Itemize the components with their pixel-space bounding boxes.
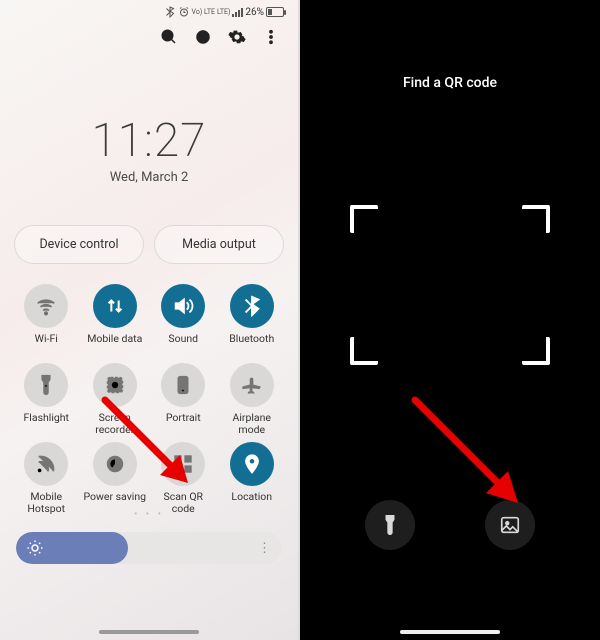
device-control-button[interactable]: Device control <box>14 225 144 264</box>
record-icon <box>93 363 137 407</box>
tile-location[interactable]: Location <box>220 442 285 515</box>
media-output-button[interactable]: Media output <box>154 225 284 264</box>
clock-date: Wed, March 2 <box>0 170 298 185</box>
wifi-icon <box>24 284 68 328</box>
tile-airplane[interactable]: Airplane mode <box>220 363 285 436</box>
battery-icon <box>266 7 284 17</box>
qr-scanner-screen: Find a QR code <box>300 0 600 640</box>
location-icon <box>230 442 274 486</box>
tile-label: Sound <box>168 333 198 357</box>
tile-mobile-data[interactable]: Mobile data <box>83 284 148 357</box>
bluetooth-icon <box>230 284 274 328</box>
qr-icon <box>161 442 205 486</box>
sound-icon <box>161 284 205 328</box>
tile-label: Flashlight <box>24 412 70 436</box>
signal-icon <box>232 7 243 17</box>
clock-time: 11:27 <box>0 114 298 168</box>
tile-power-saving[interactable]: Power saving <box>83 442 148 515</box>
tile-label: Screen recorder <box>83 412 148 436</box>
tile-portrait[interactable]: Portrait <box>151 363 216 436</box>
tile-sound[interactable]: Sound <box>151 284 216 357</box>
search-icon[interactable] <box>160 28 178 50</box>
quick-settings-panel: Vo) LTE LTE) 26% 11:27 Wed, March 2 Devi… <box>0 0 300 640</box>
lte-badge-1: Vo) LTE <box>192 9 215 16</box>
brightness-menu-icon[interactable]: ⋮ <box>258 541 270 556</box>
battery-pct: 26% <box>245 7 264 18</box>
flashlight-button[interactable] <box>365 500 415 550</box>
tile-label: Location <box>231 491 272 515</box>
updown-icon <box>93 284 137 328</box>
gallery-button[interactable] <box>485 500 535 550</box>
gear-icon[interactable] <box>228 28 246 50</box>
scan-frame <box>350 205 550 365</box>
tile-label: Wi-Fi <box>35 333 58 357</box>
bluetooth-status-icon <box>164 6 176 18</box>
flashlight-icon <box>24 363 68 407</box>
power-icon[interactable] <box>194 28 212 50</box>
scanner-prompt: Find a QR code <box>300 75 600 91</box>
panel-controls <box>0 20 298 54</box>
tile-label: Portrait <box>166 412 201 436</box>
tile-label: Mobile Hotspot <box>14 491 79 515</box>
gallery-icon <box>499 514 521 536</box>
powersave-icon <box>93 442 137 486</box>
tile-label: Mobile data <box>87 333 142 357</box>
brightness-icon <box>26 539 44 557</box>
more-icon[interactable] <box>262 28 280 50</box>
flashlight-icon <box>379 514 401 536</box>
tile-wifi[interactable]: Wi-Fi <box>14 284 79 357</box>
status-bar-right <box>300 0 600 20</box>
tile-screen-recorder[interactable]: Screen recorder <box>83 363 148 436</box>
status-bar: Vo) LTE LTE) 26% <box>0 0 298 20</box>
brightness-slider[interactable]: ⋮ <box>16 532 282 564</box>
tile-label: Airplane mode <box>220 412 285 436</box>
tile-flashlight[interactable]: Flashlight <box>14 363 79 436</box>
nav-bar-right[interactable] <box>400 630 500 634</box>
lte-badge-2: LTE) <box>217 9 230 16</box>
tile-label: Bluetooth <box>229 333 274 357</box>
airplane-icon <box>230 363 274 407</box>
portrait-icon <box>161 363 205 407</box>
tile-scan-qr[interactable]: Scan QR code <box>151 442 216 515</box>
hotspot-icon <box>24 442 68 486</box>
nav-bar[interactable] <box>99 630 199 634</box>
alarm-status-icon <box>178 6 190 18</box>
tile-bluetooth[interactable]: Bluetooth <box>220 284 285 357</box>
tile-mobile-hotspot[interactable]: Mobile Hotspot <box>14 442 79 515</box>
